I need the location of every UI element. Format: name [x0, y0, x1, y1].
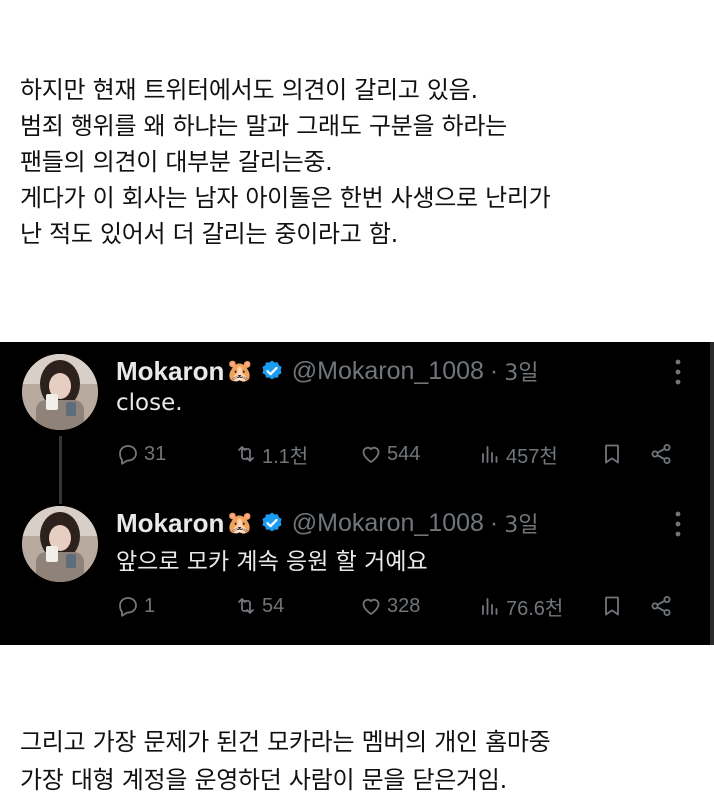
user-handle[interactable]: @Mokaron_1008 [292, 357, 484, 386]
intro-line: 하지만 현재 트위터에서도 의견이 갈리고 있음. [20, 76, 478, 104]
display-name[interactable]: Mokaron [116, 356, 224, 387]
avatar-photo [22, 506, 98, 582]
retweet-icon [238, 598, 254, 614]
retweet-icon [238, 446, 254, 462]
bookmark-icon [605, 596, 619, 616]
verified-badge-icon [262, 512, 282, 532]
tweet-text: close. [116, 390, 183, 416]
avatar[interactable] [22, 506, 98, 582]
views-icon [482, 598, 498, 615]
avatar-photo [22, 354, 98, 430]
intro-line: 게다가 이 회사는 남자 아이돌은 한번 사생으로 난리가 [20, 184, 551, 212]
bookmark-button[interactable] [600, 590, 624, 622]
reply-button[interactable]: 31 [116, 438, 166, 470]
share-icon [651, 444, 671, 464]
intro-line: 범죄 행위를 왜 하냐는 말과 그래도 구분을 하라는 [20, 112, 507, 140]
share-button[interactable] [649, 438, 673, 470]
intro-text: 하지만 현재 트위터에서도 의견이 갈리고 있음. 범죄 행위를 왜 하냐는 말… [20, 72, 710, 252]
share-icon [651, 596, 671, 616]
tweet-thread-screenshot: Mokaron 🐹 @Mokaron_1008 · 3일 close. 31 1… [0, 342, 714, 645]
share-button[interactable] [649, 590, 673, 622]
outro-line: 가장 대형 계정을 운영하던 사람이 문을 닫은거임. [20, 766, 507, 794]
outro-text: 그리고 가장 문제가 된건 모카라는 멤버의 개인 홈마중 가장 대형 계정을 … [20, 723, 710, 799]
views-button[interactable]: 457천 [478, 438, 558, 470]
retweet-count: 1.1천 [262, 445, 309, 468]
more-icon[interactable] [668, 508, 688, 540]
intro-line: 팬들의 의견이 대부분 갈리는중. [20, 148, 333, 176]
outro-line: 그리고 가장 문제가 된건 모카라는 멤버의 개인 홈마중 [20, 728, 551, 756]
reply-count: 1 [144, 594, 156, 617]
tweet-header: Mokaron 🐹 @Mokaron_1008 · 3일 [116, 354, 539, 388]
views-button[interactable]: 76.6천 [478, 590, 563, 622]
timestamp[interactable]: 3일 [504, 355, 538, 387]
reply-count: 31 [144, 442, 167, 465]
tweet[interactable]: Mokaron 🐹 @Mokaron_1008 · 3일 앞으로 모카 계속 응… [0, 494, 714, 644]
like-icon [362, 598, 380, 615]
reply-icon [119, 597, 137, 617]
tweet-text: 앞으로 모카 계속 응원 할 거예요 [116, 549, 428, 575]
tweet-actions: 1 54 328 76.6천 [116, 590, 686, 622]
retweet-button[interactable]: 1.1천 [234, 438, 308, 470]
like-icon [362, 446, 380, 463]
hamster-emoji: 🐹 [226, 510, 254, 536]
tweet[interactable]: Mokaron 🐹 @Mokaron_1008 · 3일 close. 31 1… [0, 342, 714, 504]
display-name[interactable]: Mokaron [116, 508, 224, 539]
like-button[interactable]: 544 [359, 438, 420, 470]
views-icon [482, 446, 498, 463]
separator: · [489, 508, 499, 537]
more-icon[interactable] [668, 356, 688, 388]
timestamp[interactable]: 3일 [504, 507, 538, 539]
bookmark-button[interactable] [600, 438, 624, 470]
reply-button[interactable]: 1 [116, 590, 155, 622]
intro-line: 난 적도 있어서 더 갈리는 중이라고 함. [20, 220, 399, 248]
like-count: 544 [387, 442, 421, 465]
retweet-count: 54 [262, 594, 285, 617]
tweet-actions: 31 1.1천 544 457천 [116, 438, 686, 470]
views-count: 76.6천 [506, 597, 564, 620]
views-count: 457천 [506, 445, 558, 468]
reply-icon [119, 445, 137, 465]
verified-badge-icon [262, 360, 282, 380]
like-button[interactable]: 328 [359, 590, 420, 622]
avatar[interactable] [22, 354, 98, 430]
hamster-emoji: 🐹 [226, 358, 254, 384]
bookmark-icon [605, 444, 619, 464]
tweet-header: Mokaron 🐹 @Mokaron_1008 · 3일 [116, 506, 539, 540]
like-count: 328 [387, 594, 421, 617]
separator: · [489, 356, 499, 385]
user-handle[interactable]: @Mokaron_1008 [292, 509, 484, 538]
retweet-button[interactable]: 54 [234, 590, 284, 622]
